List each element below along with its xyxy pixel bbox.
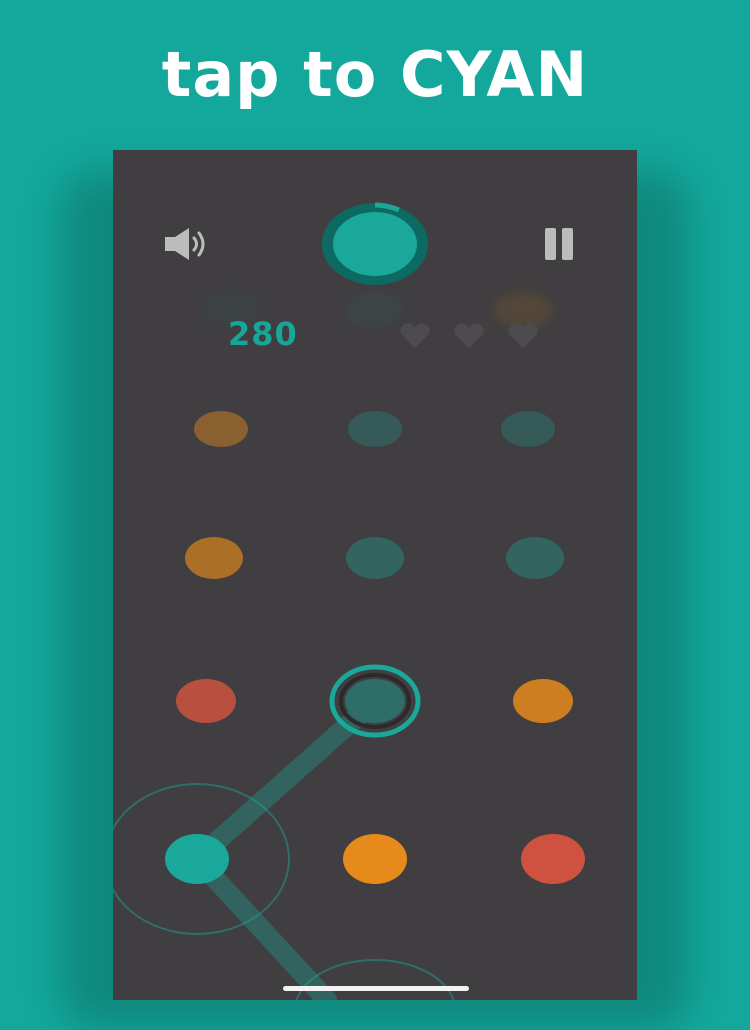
path-line xyxy=(187,849,337,1000)
dot-cyan[interactable] xyxy=(346,537,404,579)
dot-cyan[interactable] xyxy=(345,679,405,723)
home-indicator xyxy=(283,986,469,991)
dot-red[interactable] xyxy=(176,679,236,723)
dot-orange[interactable] xyxy=(513,679,573,723)
dot-orange[interactable] xyxy=(343,834,407,884)
dot-orange[interactable] xyxy=(185,537,243,579)
headline: tap to CYAN xyxy=(161,38,589,111)
game-board: 280 xyxy=(113,150,637,1000)
dot-cyan[interactable] xyxy=(506,537,564,579)
dot-orange[interactable] xyxy=(194,411,248,447)
dot-grid xyxy=(113,411,585,1000)
dot-red[interactable] xyxy=(521,834,585,884)
dot-cyan[interactable] xyxy=(348,411,402,447)
dot-cyan[interactable] xyxy=(501,411,555,447)
dot-cyan-current[interactable] xyxy=(165,834,229,884)
